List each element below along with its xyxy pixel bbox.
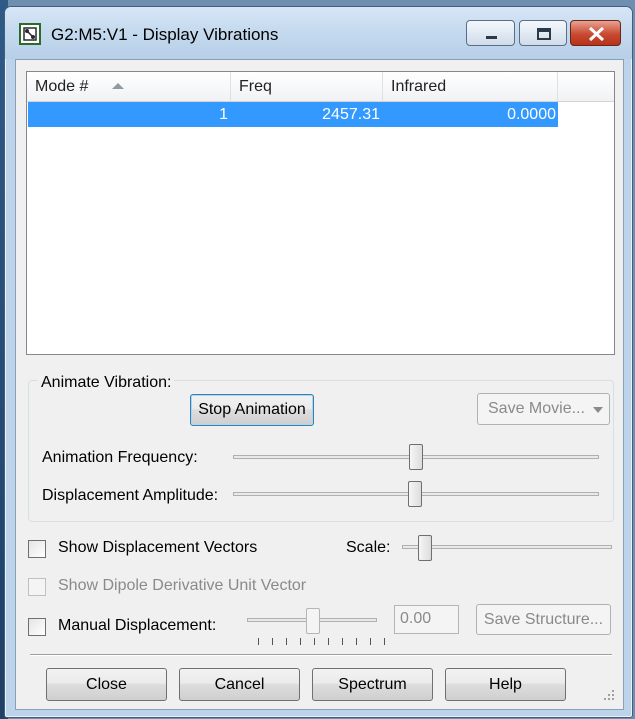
column-header-infrared[interactable]: Infrared	[383, 72, 558, 101]
maximize-button[interactable]	[519, 20, 567, 46]
animate-vibration-label: Animate Vibration:	[38, 374, 175, 392]
vibration-mode-list[interactable]: Mode # Freq Infrared 1 2457.31 0.0000	[26, 71, 615, 355]
show-displacement-vectors-checkbox[interactable]	[28, 540, 46, 558]
show-dipole-label: Show Dipole Derivative Unit Vector	[58, 577, 307, 594]
save-movie-label: Save Movie...	[488, 400, 585, 417]
close-window-button[interactable]	[570, 20, 621, 46]
save-structure-button[interactable]: Save Structure...	[476, 604, 611, 635]
resize-grip-icon[interactable]	[603, 689, 615, 701]
animation-frequency-label: Animation Frequency:	[42, 449, 198, 466]
title-bar[interactable]: G2:M5:V1 - Display Vibrations	[5, 7, 632, 59]
help-button[interactable]: Help	[445, 668, 566, 701]
show-displacement-vectors-label: Show Displacement Vectors	[58, 539, 258, 556]
scale-label: Scale:	[346, 539, 391, 556]
manual-displacement-slider[interactable]	[306, 608, 320, 634]
spectrum-button[interactable]: Spectrum	[312, 668, 433, 701]
manual-displacement-checkbox[interactable]	[28, 618, 46, 636]
app-icon	[17, 21, 43, 47]
column-label-mode: Mode #	[35, 78, 89, 95]
cell-infrared: 0.0000	[507, 106, 556, 123]
table-row[interactable]: 1 2457.31 0.0000	[28, 102, 558, 127]
cell-freq: 2457.31	[322, 106, 380, 123]
displacement-amplitude-slider[interactable]	[408, 481, 422, 507]
save-movie-dropdown[interactable]: Save Movie...	[477, 393, 610, 425]
scale-slider[interactable]	[418, 535, 432, 561]
column-header-freq[interactable]: Freq	[231, 72, 383, 101]
dialog-client-area: Mode # Freq Infrared 1 2457.31 0.0000 An	[15, 59, 624, 710]
cell-mode: 1	[219, 106, 228, 123]
show-dipole-checkbox[interactable]	[28, 578, 46, 596]
column-label-infrared: Infrared	[391, 78, 447, 95]
separator	[30, 654, 612, 656]
stop-animation-button[interactable]: Stop Animation	[190, 394, 314, 426]
maximize-icon	[537, 28, 551, 40]
minimize-icon	[486, 36, 497, 39]
list-header: Mode # Freq Infrared	[27, 72, 614, 102]
column-label-freq: Freq	[239, 78, 272, 95]
window-title: G2:M5:V1 - Display Vibrations	[51, 25, 279, 44]
manual-displacement-ticks	[258, 638, 386, 646]
close-button[interactable]: Close	[46, 668, 167, 701]
close-icon	[588, 26, 605, 42]
display-vibrations-window: G2:M5:V1 - Display Vibrations Mode # Fre…	[4, 6, 633, 718]
sort-ascending-icon	[112, 83, 124, 89]
dropdown-arrow-icon	[593, 407, 603, 413]
column-header-mode[interactable]: Mode #	[27, 72, 231, 101]
manual-displacement-value-field[interactable]: 0.00	[394, 605, 459, 634]
scale-track[interactable]	[402, 545, 612, 549]
animation-frequency-slider[interactable]	[409, 444, 423, 470]
manual-displacement-label: Manual Displacement:	[58, 617, 217, 634]
minimize-button[interactable]	[466, 20, 515, 46]
displacement-amplitude-label: Displacement Amplitude:	[42, 487, 219, 504]
cancel-button[interactable]: Cancel	[179, 668, 300, 701]
